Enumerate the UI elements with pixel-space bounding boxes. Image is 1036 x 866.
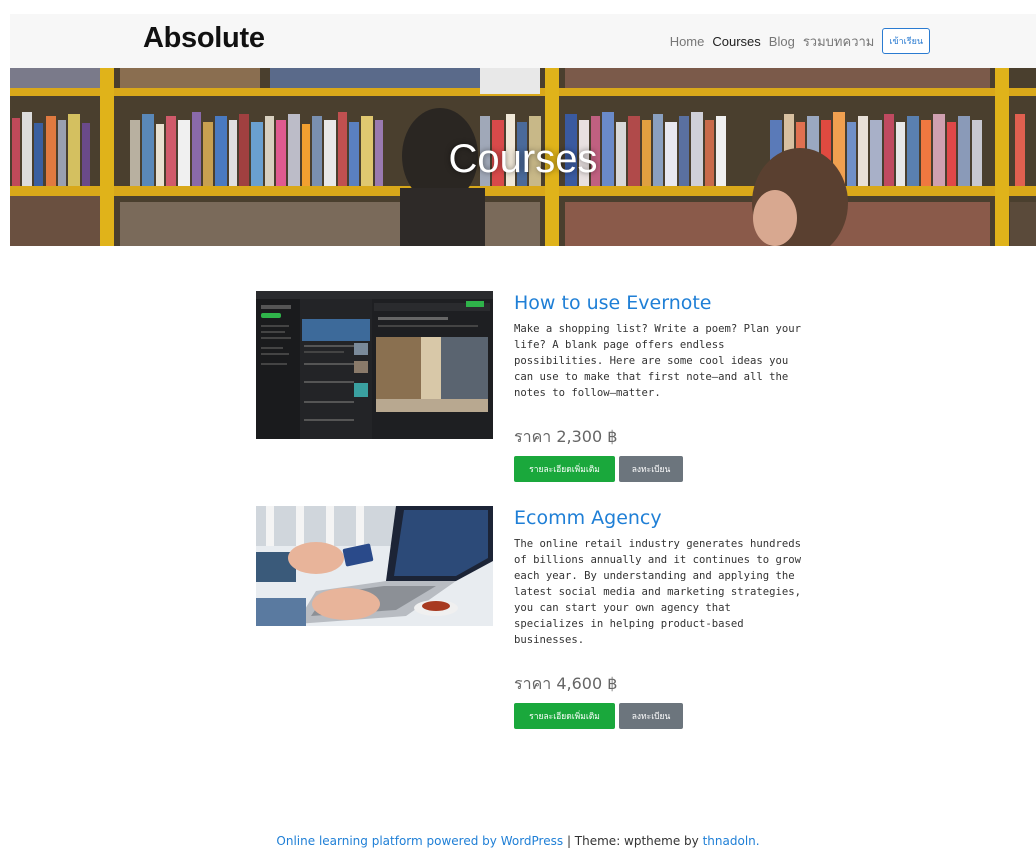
course-title-link[interactable]: How to use Evernote xyxy=(514,292,804,314)
nav-blog[interactable]: Blog xyxy=(769,34,795,49)
site-footer: Online learning platform powered by Word… xyxy=(0,834,1036,848)
evernote-screenshot-image xyxy=(256,291,493,439)
login-button[interactable]: เข้าเรียน xyxy=(882,28,930,54)
author-link[interactable]: thnadoln. xyxy=(703,834,760,848)
course-actions: รายละเอียดเพิ่มเติม ลงทะเบียน xyxy=(514,703,804,729)
main-nav: Home Courses Blog รวมบทความ เข้าเรียน xyxy=(670,28,930,54)
site-logo[interactable]: Absolute xyxy=(143,22,265,55)
platform-link[interactable]: Online learning platform powered by Word… xyxy=(276,834,563,848)
details-button[interactable]: รายละเอียดเพิ่มเติม xyxy=(514,456,615,482)
course-thumbnail[interactable] xyxy=(256,291,493,439)
footer-theme-text: | Theme: wptheme by xyxy=(563,834,703,848)
laptop-shopping-image xyxy=(256,506,493,626)
course-info: How to use Evernote Make a shopping list… xyxy=(514,291,804,482)
course-info: Ecomm Agency The online retail industry … xyxy=(514,506,804,729)
site-header: Absolute Home Courses Blog รวมบทความ เข้… xyxy=(10,14,1036,69)
details-button[interactable]: รายละเอียดเพิ่มเติม xyxy=(514,703,615,729)
page: Absolute Home Courses Blog รวมบทความ เข้… xyxy=(0,0,1036,866)
hero-title: Courses xyxy=(448,136,598,181)
course-description: The online retail industry generates hun… xyxy=(514,538,802,646)
course-actions: รายละเอียดเพิ่มเติม ลงทะเบียน xyxy=(514,456,804,482)
register-button[interactable]: ลงทะเบียน xyxy=(619,703,683,729)
course-description: Make a shopping list? Write a poem? Plan… xyxy=(514,323,802,399)
course-thumbnail[interactable] xyxy=(256,506,493,626)
hero-banner: Courses xyxy=(10,68,1036,246)
course-title-link[interactable]: Ecomm Agency xyxy=(514,507,804,529)
nav-articles[interactable]: รวมบทความ xyxy=(803,31,875,52)
course-price: ราคา 4,600 ฿ xyxy=(514,674,618,693)
course-price: ราคา 2,300 ฿ xyxy=(514,427,618,446)
nav-courses[interactable]: Courses xyxy=(712,34,760,49)
register-button[interactable]: ลงทะเบียน xyxy=(619,456,683,482)
nav-home[interactable]: Home xyxy=(670,34,705,49)
